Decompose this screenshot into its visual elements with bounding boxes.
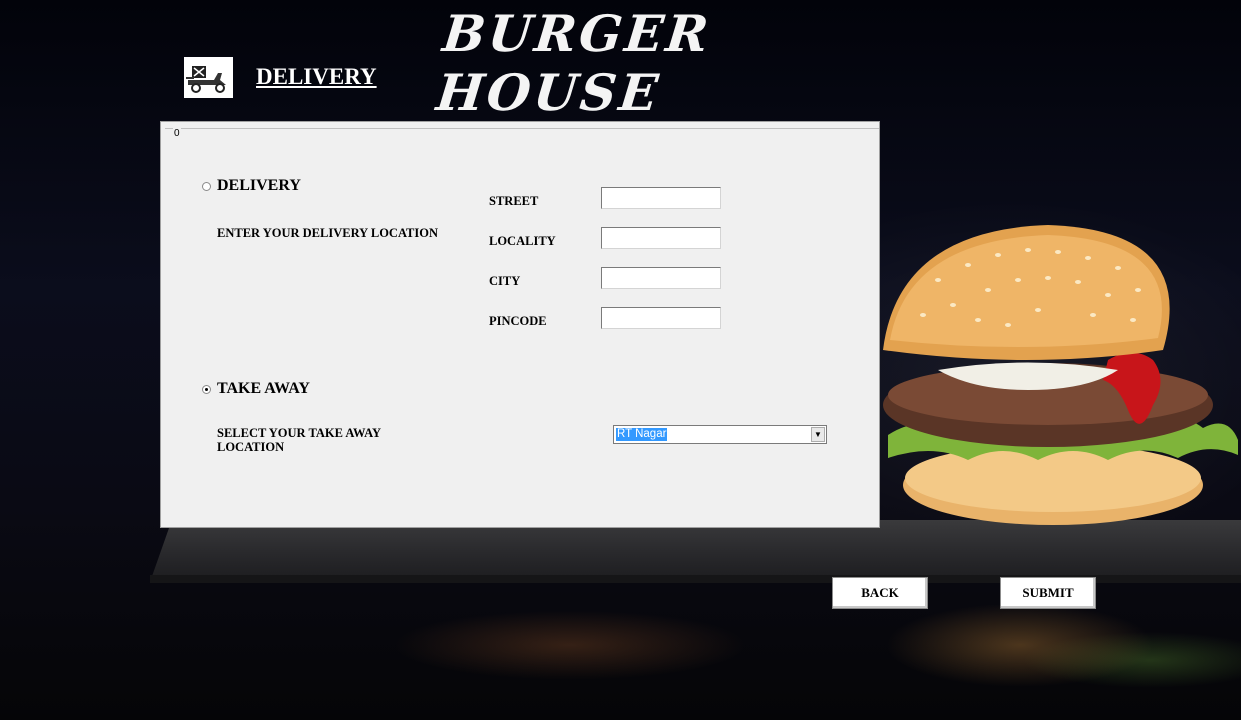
takeaway-radio-label: TAKE AWAY [217,380,310,397]
takeaway-radio-button[interactable] [202,384,211,394]
page-heading: DELIVERY [256,64,377,89]
pincode-label: PINCODE [489,314,547,328]
city-label: CITY [489,274,521,288]
delivery-radio-label: DELIVERY [217,177,301,194]
street-label: STREET [489,194,539,208]
burger-image [883,225,1238,525]
delivery-options-panel: 0 DELIVERY ENTER YOUR DELIVERY LOCATION … [160,121,880,528]
takeaway-location-value: RT Nagar [616,428,668,441]
group-box-caption: 0 [173,128,181,139]
delivery-radio-button[interactable] [202,181,211,191]
takeaway-radio-option[interactable]: TAKE AWAY [202,380,310,398]
app-title: BURGER HOUSE [433,4,714,122]
city-input[interactable] [601,267,721,289]
pincode-input[interactable] [601,307,721,329]
locality-input[interactable] [601,227,721,249]
takeaway-hint-text: SELECT YOUR TAKE AWAY LOCATION [217,426,381,454]
group-box: 0 DELIVERY ENTER YOUR DELIVERY LOCATION … [165,128,879,526]
takeaway-location-select[interactable]: RT Nagar ▼ [613,425,827,444]
delivery-scooter-icon [184,57,233,98]
background-reflection [290,605,1241,720]
dropdown-arrow-icon[interactable]: ▼ [811,427,825,442]
delivery-hint-text: ENTER YOUR DELIVERY LOCATION [217,226,439,240]
street-input[interactable] [601,187,721,209]
delivery-radio-option[interactable]: DELIVERY [202,177,301,195]
back-button[interactable]: BACK [832,577,928,609]
locality-label: LOCALITY [489,234,556,248]
submit-button[interactable]: SUBMIT [1000,577,1096,609]
